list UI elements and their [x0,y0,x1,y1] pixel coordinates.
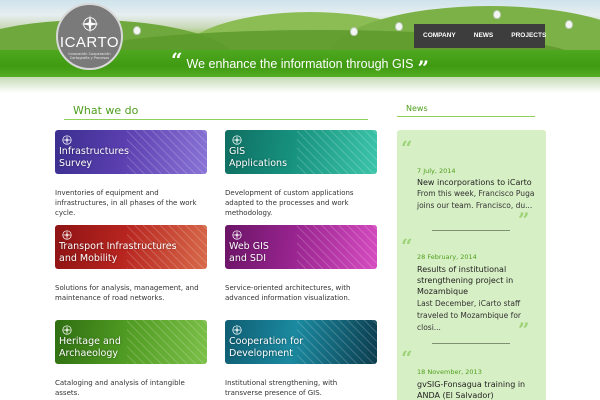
service-card-infrastructures[interactable]: Infrastructures Survey [55,130,207,174]
logo-text: ICARTO [59,34,120,51]
band-shadow [0,77,600,93]
news-heading: News [397,104,535,117]
card-description: Service-oriented architectures, with adv… [225,284,351,302]
news-panel: “ 7 July, 2014 New incorporations to iCa… [397,130,546,400]
globe-compass-icon [61,229,73,241]
compass-rose-icon [80,15,99,33]
logo-subtitle: Innovación Cooperación Cartografía y Pro… [68,52,111,60]
quote-open-icon: “ [401,346,413,370]
quote-close-icon: ” [417,55,430,80]
what-we-do-heading: What we do [64,104,368,120]
globe-compass-icon [61,134,73,146]
service-card-cooperation[interactable]: Cooperation for Development [225,320,377,364]
card-pattern [127,130,207,174]
nav-item-projects[interactable]: PROJECTS [502,24,555,48]
card-description: Solutions for analysis, management, and … [55,284,199,302]
card-description: Development of custom applications adapt… [225,189,354,217]
quote-close-icon: ” [518,208,530,232]
card-label: Cooperation for Development [229,336,304,359]
quote-open-icon: “ [401,136,413,160]
globe-compass-icon [231,134,243,146]
main-nav: COMPANY NEWS PROJECTS [414,24,546,48]
globe-compass-icon [231,324,243,336]
nav-item-news[interactable]: NEWS [465,24,503,48]
news-date: 7 July, 2014 [417,167,456,175]
card-pattern [127,320,207,364]
quote-open-icon: “ [170,47,183,72]
balloon-icon [133,26,141,35]
card-pattern [297,130,377,174]
card-label: Infrastructures Survey [59,146,129,169]
balloon-icon [350,27,358,36]
card-label: GIS Applications [229,146,288,169]
globe-compass-icon [61,324,73,336]
card-description: Cataloging and analysis of intangible as… [55,379,185,397]
card-description: Inventories of equipment and infrastruct… [55,189,197,217]
page: ICARTO Innovación Cooperación Cartografí… [0,0,600,400]
quote-open-icon: “ [401,234,413,258]
service-card-heritage[interactable]: Heritage and Archaeology [55,320,207,364]
card-label: Web GIS and SDI [229,241,269,264]
logo[interactable]: ICARTO Innovación Cooperación Cartografí… [56,3,123,70]
nav-item-company[interactable]: COMPANY [414,24,465,48]
news-divider [432,230,510,231]
news-title-link[interactable]: gvSIG-Fonsagua training in ANDA (El Salv… [417,379,539,400]
card-label: Heritage and Archaeology [59,336,121,359]
card-label: Transport Infrastructures and Mobility [59,241,177,264]
card-description: Institutional strengthening, with transv… [225,379,338,397]
service-card-gis-applications[interactable]: GIS Applications [225,130,377,174]
globe-compass-icon [231,229,243,241]
news-date: 18 November, 2013 [417,368,482,376]
balloon-icon [395,22,403,31]
service-card-transport[interactable]: Transport Infrastructures and Mobility [55,225,207,269]
news-date: 28 February, 2014 [417,253,477,261]
slogan-text: We enhance the information through GIS [186,56,414,71]
news-title-link[interactable]: New incorporations to iCarto [417,177,539,188]
card-pattern [297,320,377,364]
balloon-icon [565,20,573,29]
news-divider [432,343,510,344]
quote-close-icon: ” [518,318,530,342]
service-card-web-gis[interactable]: Web GIS and SDI [225,225,377,269]
news-title-link[interactable]: Results of institutional strengthening p… [417,264,539,297]
card-pattern [297,225,377,269]
balloon-icon [493,10,501,19]
